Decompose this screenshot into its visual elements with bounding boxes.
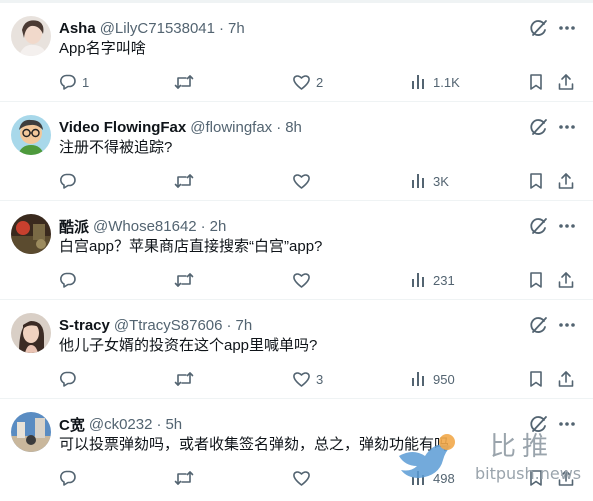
avatar[interactable] <box>11 16 51 56</box>
grok-icon[interactable] <box>528 116 550 138</box>
like-button[interactable]: 2 <box>292 71 323 93</box>
separator: · <box>276 118 282 136</box>
grok-icon[interactable] <box>528 17 550 39</box>
more-icon[interactable] <box>557 314 577 336</box>
share-icon[interactable] <box>557 71 575 93</box>
avatar[interactable] <box>11 115 51 155</box>
like-icon <box>292 172 311 190</box>
tweet[interactable]: S-tracy @TtracyS87606 · 7h 他儿子女婿的投资在这个ap… <box>0 300 593 399</box>
grok-icon[interactable] <box>528 314 550 336</box>
bookmark-icon[interactable] <box>527 368 545 390</box>
retweet-button[interactable] <box>174 368 199 390</box>
timestamp[interactable]: 7h <box>228 20 245 37</box>
reply-button[interactable] <box>59 467 82 489</box>
views-button[interactable]: 950 <box>410 368 455 390</box>
like-button[interactable]: 3 <box>292 368 323 390</box>
reply-icon <box>59 469 77 487</box>
tweet[interactable]: Asha @LilyC71538041 · 7h App名字叫啥 1 2 1.1… <box>0 3 593 102</box>
watermark: 比推 bitpush.news <box>395 420 593 501</box>
author-handle[interactable]: @TtracyS87606 <box>114 317 223 334</box>
like-icon <box>292 370 311 388</box>
author-handle[interactable]: @LilyC71538041 <box>100 20 215 37</box>
share-icon[interactable] <box>557 368 575 390</box>
like-icon <box>292 73 311 91</box>
bird-logo-icon <box>399 434 455 478</box>
view-count: 1.1K <box>433 74 460 90</box>
retweet-button[interactable] <box>174 269 199 291</box>
tweet-text: 白宫app？苹果商店直接搜索“白宫”app? <box>59 238 323 255</box>
separator: · <box>200 217 206 235</box>
author-name[interactable]: C宽 <box>59 414 85 435</box>
bookmark-icon[interactable] <box>527 71 545 93</box>
share-icon[interactable] <box>557 170 575 192</box>
like-button[interactable] <box>292 467 316 489</box>
reply-button[interactable] <box>59 368 82 390</box>
views-icon <box>410 172 428 190</box>
retweet-button[interactable] <box>174 71 199 93</box>
share-icon[interactable] <box>557 269 575 291</box>
tweet[interactable]: 酷派 @Whose81642 · 2h 白宫app？苹果商店直接搜索“白宫”ap… <box>0 201 593 300</box>
reply-count: 1 <box>82 74 90 90</box>
reply-button[interactable] <box>59 170 82 192</box>
views-button[interactable]: 3K <box>410 170 449 192</box>
like-count: 3 <box>316 371 324 387</box>
tweet-text: 可以投票弹劾吗，或者收集签名弹劾，总之，弹劾功能有吗 <box>59 436 450 453</box>
retweet-icon <box>174 73 194 91</box>
like-icon <box>292 469 311 487</box>
retweet-icon <box>174 370 194 388</box>
timestamp[interactable]: 5h <box>165 416 182 433</box>
reply-icon <box>59 73 77 91</box>
reply-icon <box>59 172 77 190</box>
tweet-text: 他儿子女婿的投资在这个app里喊单吗? <box>59 337 318 354</box>
tweet-text: 注册不得被追踪? <box>59 139 173 156</box>
view-count: 231 <box>433 272 455 288</box>
views-icon <box>410 271 428 289</box>
views-icon <box>410 73 428 91</box>
retweet-button[interactable] <box>174 170 199 192</box>
like-icon <box>292 271 311 289</box>
views-icon <box>410 370 428 388</box>
timestamp[interactable]: 2h <box>210 218 227 235</box>
author-handle[interactable]: @ck0232 <box>89 416 153 433</box>
reply-button[interactable] <box>59 269 82 291</box>
more-icon[interactable] <box>557 17 577 39</box>
separator: · <box>226 316 232 334</box>
retweet-icon <box>174 172 194 190</box>
avatar[interactable] <box>11 214 51 254</box>
author-name[interactable]: S-tracy <box>59 317 110 334</box>
author-handle[interactable]: @flowingfax <box>190 119 272 136</box>
retweet-icon <box>174 271 194 289</box>
views-button[interactable]: 1.1K <box>410 71 460 93</box>
bookmark-icon[interactable] <box>527 269 545 291</box>
more-icon[interactable] <box>557 116 577 138</box>
like-button[interactable] <box>292 269 316 291</box>
tweet[interactable]: Video FlowingFax @flowingfax · 8h 注册不得被追… <box>0 102 593 201</box>
avatar[interactable] <box>11 313 51 353</box>
like-count: 2 <box>316 74 324 90</box>
author-name[interactable]: Video FlowingFax <box>59 119 186 136</box>
watermark-en: bitpush.news <box>475 464 582 483</box>
watermark-cn: 比推 <box>490 432 555 462</box>
grok-icon[interactable] <box>528 215 550 237</box>
separator: · <box>219 19 224 37</box>
retweet-icon <box>174 469 194 487</box>
like-button[interactable] <box>292 170 316 192</box>
author-name[interactable]: Asha <box>59 20 96 37</box>
tweet-text: App名字叫啥 <box>59 40 146 57</box>
author-handle[interactable]: @Whose81642 <box>93 218 197 235</box>
reply-icon <box>59 370 77 388</box>
separator: · <box>156 415 162 433</box>
reply-icon <box>59 271 77 289</box>
more-icon[interactable] <box>557 215 577 237</box>
author-name[interactable]: 酷派 <box>59 216 89 237</box>
view-count: 3K <box>433 173 449 189</box>
view-count: 950 <box>433 371 455 387</box>
retweet-button[interactable] <box>174 467 199 489</box>
timestamp[interactable]: 7h <box>235 317 252 334</box>
avatar[interactable] <box>11 412 51 452</box>
timestamp[interactable]: 8h <box>285 119 302 136</box>
reply-button[interactable]: 1 <box>59 71 89 93</box>
views-button[interactable]: 231 <box>410 269 455 291</box>
bookmark-icon[interactable] <box>527 170 545 192</box>
